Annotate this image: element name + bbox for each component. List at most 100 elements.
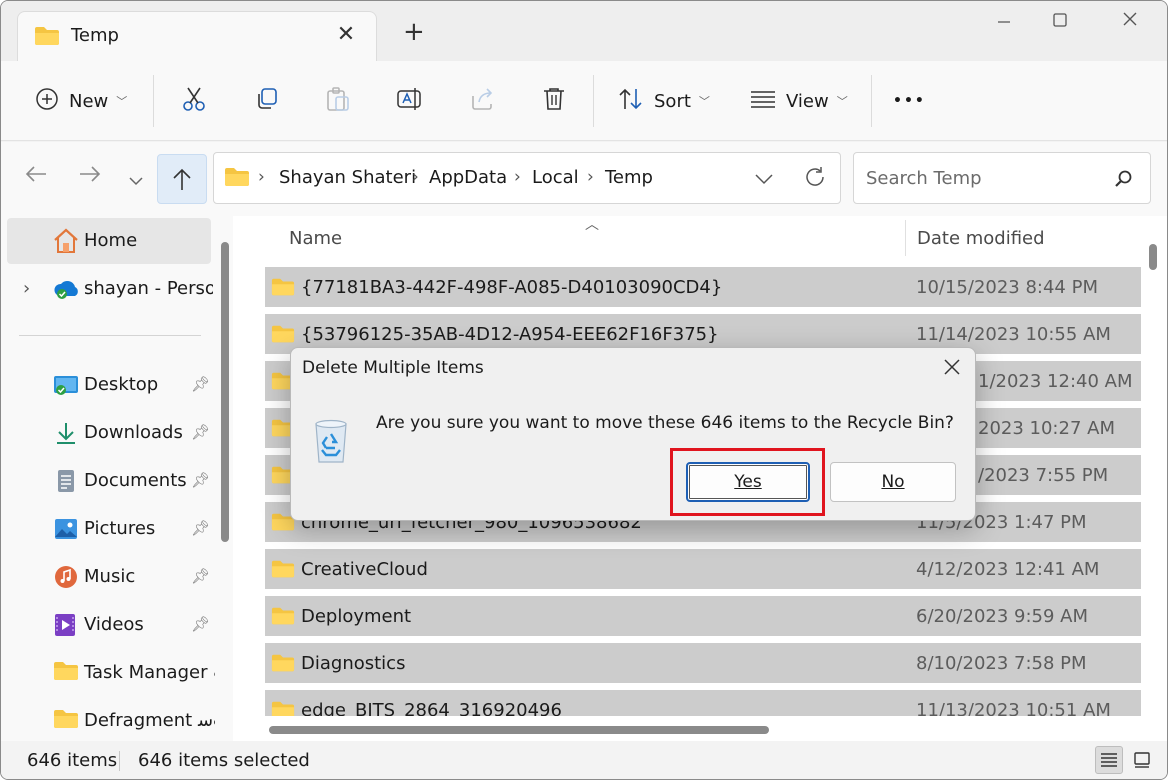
- sidebar-item-label: Home: [84, 230, 138, 251]
- breadcrumb-chevron-icon: ›: [514, 167, 521, 187]
- rename-icon: [396, 86, 424, 117]
- home-icon: [52, 228, 80, 259]
- new-button[interactable]: New ﹀: [35, 83, 127, 119]
- trash-icon: [541, 86, 567, 117]
- refresh-icon[interactable]: [804, 166, 826, 193]
- file-date: 8/10/2023 7:58 PM: [916, 653, 1087, 674]
- view-button[interactable]: View ﹀: [750, 83, 848, 119]
- command-bar: New ﹀ Sort ﹀ View ﹀ •••: [1, 61, 1167, 141]
- file-date: 2023 10:27 AM: [978, 418, 1115, 439]
- minimize-button[interactable]: [981, 9, 1027, 33]
- maximize-button[interactable]: [1037, 9, 1083, 33]
- tab-temp[interactable]: Temp ✕: [17, 11, 377, 61]
- paste-icon: [325, 86, 351, 117]
- sidebar-item-music[interactable]: Music 📌︎: [1, 554, 213, 600]
- recent-locations-chevron-icon[interactable]: [119, 168, 153, 193]
- folder-icon: [34, 26, 60, 51]
- folder-icon: [53, 709, 79, 733]
- paste-button[interactable]: [325, 83, 351, 119]
- pin-icon[interactable]: 📌︎: [191, 519, 210, 537]
- table-row[interactable]: edge_BITS_2864_316920496 11/13/2023 10:5…: [265, 690, 1141, 716]
- arrow-up-icon: [173, 168, 191, 190]
- file-date: 4/12/2023 12:41 AM: [916, 559, 1100, 580]
- divider: [153, 75, 154, 127]
- column-header-date-modified[interactable]: Date modified: [917, 228, 1045, 249]
- breadcrumb-item[interactable]: Shayan Shateri: [279, 167, 416, 188]
- sidebar-item-label: Videos: [84, 614, 144, 635]
- table-row[interactable]: CreativeCloud 4/12/2023 12:41 AM: [265, 549, 1141, 589]
- column-divider: [905, 220, 906, 256]
- close-window-button[interactable]: [1107, 9, 1153, 33]
- sort-icon: [618, 87, 644, 116]
- back-button[interactable]: [19, 164, 53, 190]
- music-icon: [53, 565, 79, 589]
- sidebar-item-documents[interactable]: Documents 📌︎: [1, 458, 213, 504]
- close-icon: [944, 359, 960, 375]
- pin-icon[interactable]: 📌︎: [191, 471, 210, 489]
- new-label: New: [69, 90, 109, 112]
- sidebar-item-onedrive[interactable]: › shayan - Persona: [1, 266, 213, 312]
- navigation-pane: Home › shayan - Persona Desktop 📌︎ Downl…: [1, 216, 233, 741]
- pin-icon[interactable]: 📌︎: [191, 423, 210, 441]
- rename-button[interactable]: [396, 83, 424, 119]
- new-tab-button[interactable]: +: [403, 19, 425, 45]
- pin-icon[interactable]: 📌︎: [191, 375, 210, 393]
- folder-icon: [53, 661, 79, 685]
- pin-icon[interactable]: 📌︎: [191, 615, 210, 633]
- tab-close-icon[interactable]: ✕: [334, 22, 358, 47]
- address-row: › Shayan Shateri › AppData › Local › Tem…: [1, 142, 1167, 216]
- address-bar[interactable]: › Shayan Shateri › AppData › Local › Tem…: [213, 152, 841, 204]
- file-date: 10/15/2023 8:44 PM: [916, 277, 1098, 298]
- status-divider: [119, 751, 120, 771]
- folder-icon: [271, 324, 295, 349]
- delete-button[interactable]: [541, 83, 567, 119]
- folder-icon: [271, 700, 295, 716]
- breadcrumb-chevron-icon: ›: [258, 167, 265, 187]
- breadcrumb-item[interactable]: AppData: [429, 167, 507, 188]
- chevron-down-icon: ﹀: [698, 95, 710, 108]
- more-options-button[interactable]: •••: [893, 83, 926, 119]
- table-row[interactable]: {77181BA3-442F-498F-A085-D40103090CD4} 1…: [265, 267, 1141, 307]
- table-row[interactable]: Deployment 6/20/2023 9:59 AM: [265, 596, 1141, 636]
- search-icon[interactable]: [1114, 169, 1134, 194]
- delete-confirmation-dialog: Delete Multiple Items Are you sure you w…: [290, 347, 976, 521]
- sidebar-scrollbar[interactable]: [221, 242, 229, 542]
- chevron-down-icon: ﹀: [836, 95, 848, 108]
- recycle-bin-icon: [313, 418, 349, 469]
- copy-icon: [254, 86, 280, 117]
- share-button[interactable]: [469, 83, 495, 119]
- vertical-scrollbar[interactable]: [1149, 244, 1157, 270]
- sidebar-item-videos[interactable]: Videos 📌︎: [1, 602, 213, 648]
- breadcrumb-item[interactable]: Temp: [605, 167, 653, 188]
- details-view-button[interactable]: [1095, 746, 1123, 774]
- up-button[interactable]: [157, 154, 207, 204]
- sort-button[interactable]: Sort ﹀: [618, 83, 710, 119]
- folder-icon: [271, 277, 295, 302]
- expand-chevron-icon[interactable]: ›: [23, 278, 30, 299]
- tiles-view-button[interactable]: [1128, 746, 1156, 774]
- sidebar-item-home[interactable]: Home: [7, 218, 211, 264]
- search-input[interactable]: Search Temp: [853, 152, 1151, 204]
- cut-button[interactable]: [181, 83, 207, 119]
- table-row[interactable]: Diagnostics 8/10/2023 7:58 PM: [265, 643, 1141, 683]
- dialog-close-button[interactable]: [939, 354, 965, 382]
- sidebar-item-downloads[interactable]: Downloads 📌︎: [1, 410, 213, 456]
- pin-icon[interactable]: 📌︎: [191, 567, 210, 585]
- forward-button[interactable]: [73, 164, 107, 190]
- sidebar-item-task-manager[interactable]: Task Manager ﺖ: [1, 650, 215, 696]
- selected-count: 646 items selected: [138, 750, 310, 771]
- download-icon: [53, 421, 79, 445]
- copy-button[interactable]: [254, 83, 280, 119]
- sidebar-item-defragment[interactable]: Defragment ﺖﺳ: [1, 698, 215, 744]
- file-name: {53796125-35AB-4D12-A954-EEE62F16F375}: [301, 324, 719, 345]
- sidebar-item-pictures[interactable]: Pictures 📌︎: [1, 506, 213, 552]
- sidebar-item-desktop[interactable]: Desktop 📌︎: [1, 362, 213, 408]
- folder-icon: [271, 559, 295, 584]
- no-button[interactable]: No: [830, 462, 956, 502]
- horizontal-scrollbar[interactable]: [269, 726, 769, 734]
- breadcrumb-item[interactable]: Local: [532, 167, 579, 188]
- address-dropdown-icon[interactable]: [754, 171, 774, 191]
- desktop-icon: [53, 373, 79, 397]
- column-header-name[interactable]: Name: [289, 228, 342, 249]
- folder-icon: [271, 653, 295, 678]
